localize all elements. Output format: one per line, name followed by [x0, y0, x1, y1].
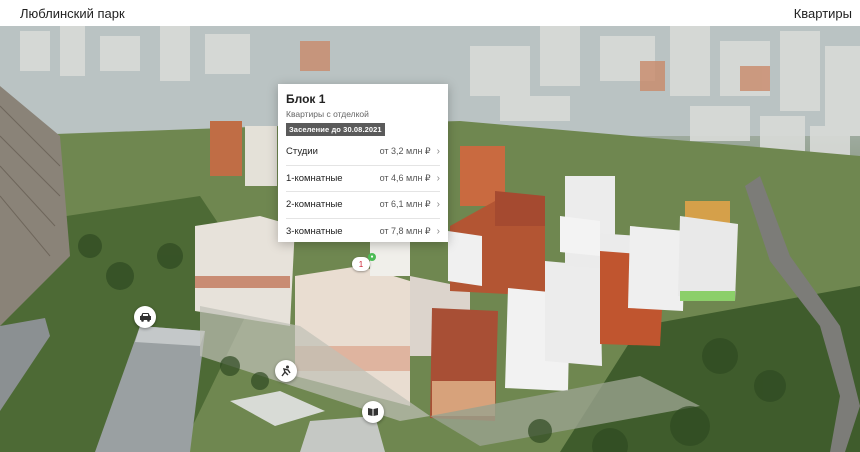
- book-icon: [368, 408, 378, 416]
- row-right: от 6,1 млн ₽ ›: [380, 199, 440, 210]
- parking-poi-button[interactable]: [134, 306, 156, 328]
- sport-poi-button[interactable]: [275, 360, 297, 382]
- brand-title[interactable]: Люблинский парк: [20, 6, 125, 21]
- row-price: от 4,6 млн ₽: [379, 172, 431, 183]
- apartment-type-list: Студии от 3,2 млн ₽ › 1-комнатные от 4,6…: [286, 139, 440, 245]
- row-1-room[interactable]: 1-комнатные от 4,6 млн ₽ ›: [286, 166, 440, 192]
- row-name: 2-комнатные: [286, 199, 343, 211]
- block-marker[interactable]: 1: [352, 257, 370, 271]
- row-studios[interactable]: Студии от 3,2 млн ₽ ›: [286, 139, 440, 166]
- row-price: от 7,8 млн ₽: [379, 226, 431, 237]
- chevron-right-icon: ›: [436, 172, 440, 184]
- apartments-link[interactable]: Квартиры: [794, 6, 852, 21]
- row-name: Студии: [286, 146, 318, 158]
- school-poi-button[interactable]: [362, 401, 384, 423]
- chevron-right-icon: ›: [436, 146, 440, 158]
- row-name: 3-комнатные: [286, 226, 343, 238]
- chevron-right-icon: ›: [436, 199, 440, 211]
- top-bar: Люблинский парк Квартиры: [0, 0, 860, 26]
- move-in-badge: Заселение до 30.08.2021: [286, 123, 385, 136]
- marker-status-dot: ●: [368, 253, 376, 261]
- block-info-popup: Блок 1 Квартиры с отделкой Заселение до …: [278, 84, 448, 242]
- row-right: от 7,8 млн ₽ ›: [380, 226, 440, 237]
- block-subtitle: Квартиры с отделкой: [286, 109, 369, 119]
- row-right: от 4,6 млн ₽ ›: [380, 173, 440, 184]
- row-right: от 3,2 млн ₽ ›: [380, 146, 440, 157]
- sport-icon: [281, 365, 291, 377]
- row-price: от 6,1 млн ₽: [379, 199, 431, 210]
- row-price: от 3,2 млн ₽: [379, 146, 431, 157]
- row-name: 1-комнатные: [286, 172, 343, 184]
- chevron-right-icon: ›: [436, 226, 440, 238]
- row-3-room[interactable]: 3-комнатные от 7,8 млн ₽ ›: [286, 219, 440, 246]
- car-icon: [139, 313, 151, 322]
- row-2-room[interactable]: 2-комнатные от 6,1 млн ₽ ›: [286, 192, 440, 219]
- block-title: Блок 1: [286, 92, 326, 106]
